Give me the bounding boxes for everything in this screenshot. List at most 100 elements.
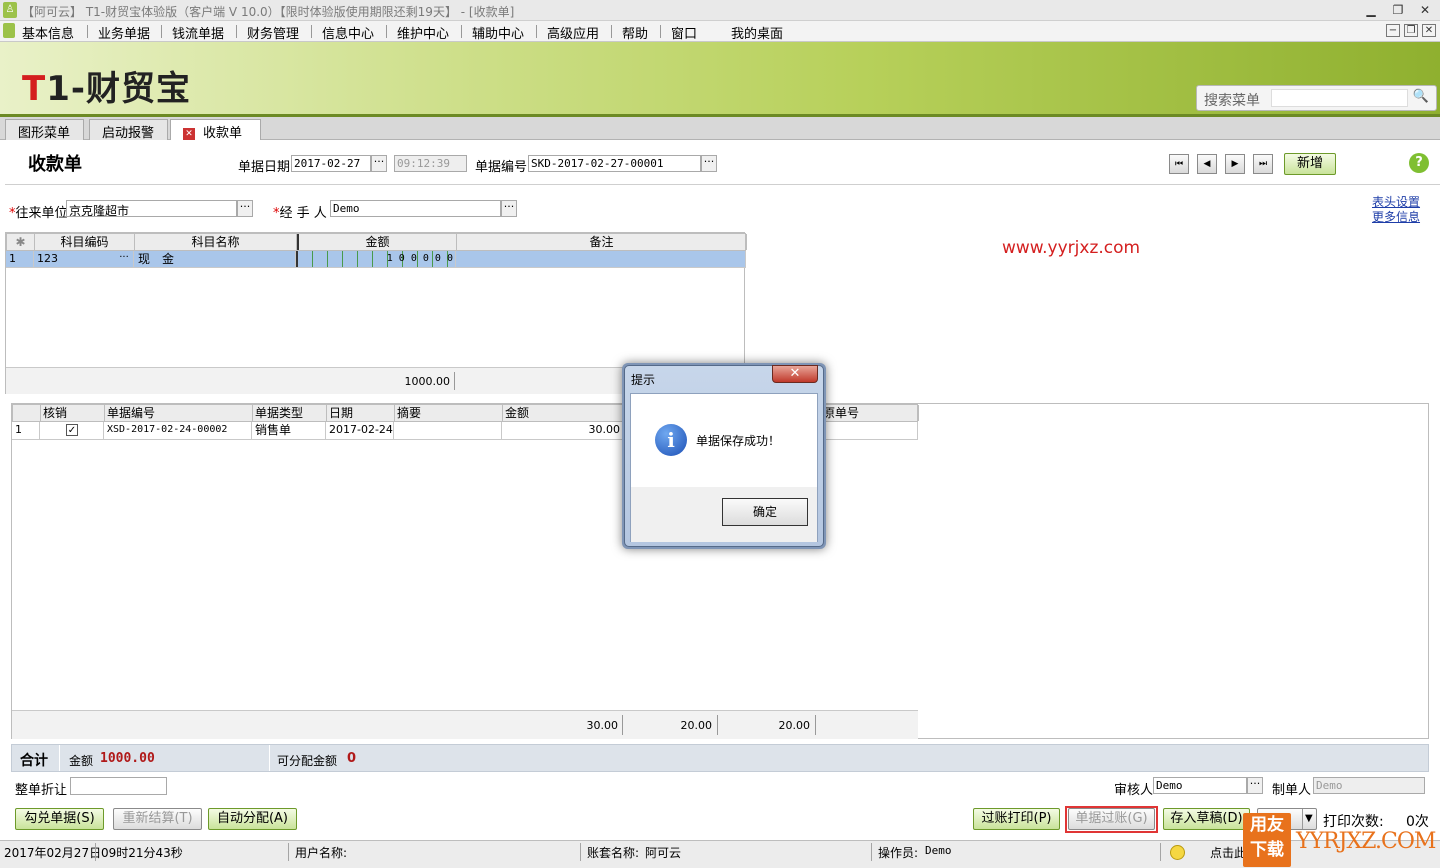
menu-business-docs[interactable]: 业务单据 — [98, 23, 150, 42]
account-set-value: 阿可云 — [645, 846, 682, 860]
dialog-message: 单据保存成功！ — [696, 434, 781, 448]
info-icon: i — [655, 424, 687, 456]
dialog-close-button[interactable]: ✕ — [772, 365, 818, 383]
total-this-time: 20.00 — [778, 719, 811, 732]
menu-search-box: 搜索菜单 🔍 — [1196, 85, 1437, 111]
app-icon: ♙ — [3, 2, 17, 18]
last-record-button[interactable]: ⏭ — [1253, 154, 1273, 174]
amount-cell[interactable]: 1 0 0 0 0 0 — [296, 251, 456, 267]
allocatable-value: 0 — [347, 751, 357, 766]
handler-picker-button[interactable]: ··· — [501, 200, 517, 217]
watermark-badge: 用友 下载 — [1243, 813, 1291, 867]
number-label: 单据编号 — [475, 160, 528, 175]
auditor-picker-button[interactable]: ··· — [1247, 777, 1263, 794]
child-close-button[interactable]: ✕ — [1422, 24, 1436, 37]
maker-label: 制单人 — [1272, 783, 1312, 798]
total-label: 合计 — [20, 753, 48, 769]
grid-header-cell: 核销 — [41, 405, 105, 421]
search-icon[interactable]: 🔍 — [1411, 89, 1431, 107]
account-name-cell[interactable]: 现 金 — [134, 251, 296, 267]
logo-t: T — [22, 69, 47, 109]
first-record-button[interactable]: ⏮ — [1169, 154, 1189, 174]
menu-cash-docs[interactable]: 钱流单据 — [172, 23, 224, 42]
banner: T1-财贸宝 搜索菜单 🔍 — [0, 42, 1440, 117]
logo-text: 1-财贸宝 — [46, 69, 191, 109]
grid-header-cell: 科目名称 — [135, 234, 297, 250]
dialog-title: 提示 — [631, 373, 656, 387]
more-info-link[interactable]: 更多信息 — [1372, 208, 1420, 225]
user-name-label: 用户名称: — [295, 846, 348, 860]
menu-advanced[interactable]: 高级应用 — [547, 23, 599, 42]
child-restore-button[interactable]: ❐ — [1404, 24, 1418, 37]
discount-field[interactable] — [70, 777, 167, 795]
total-settled: 20.00 — [680, 719, 713, 732]
operator-label: 操作员: — [878, 846, 919, 860]
partner-picker-button[interactable]: ··· — [237, 200, 253, 217]
tab-receipt[interactable]: ✕ 收款单 — [170, 119, 261, 141]
allocatable-label: 可分配金额 — [277, 754, 338, 768]
note-cell[interactable] — [456, 251, 746, 267]
status-time: 09时21分43秒 — [101, 846, 183, 860]
row-index: 1 — [6, 251, 34, 267]
amount-label: 金额 — [69, 754, 94, 768]
grid-header-cell: 科目编码 — [35, 234, 135, 250]
date-label: 单据日期 — [238, 160, 291, 175]
code-picker-button[interactable]: ··· — [116, 252, 132, 266]
status-date: 2017年02月27日 — [4, 846, 102, 860]
tab-startup-alarm[interactable]: 启动报警 — [89, 119, 168, 141]
date-field[interactable]: 2017-02-27 — [291, 155, 371, 172]
save-draft-button[interactable]: 存入草稿(D) — [1163, 808, 1250, 830]
next-record-button[interactable]: ▶ — [1225, 154, 1245, 174]
grid-header-cell: 备注 — [457, 234, 747, 250]
menu-search-input[interactable] — [1271, 89, 1408, 107]
grid-header-cell: 金额 — [297, 234, 457, 250]
tab-label: 图形菜单 — [18, 126, 71, 141]
discount-label: 整单折让 — [15, 783, 68, 798]
handler-field[interactable]: Demo — [330, 200, 501, 217]
dialog-ok-button[interactable]: 确定 — [722, 498, 808, 526]
table-row[interactable]: 1 123 ··· 现 金 1 0 0 0 0 0 — [6, 251, 746, 268]
minimize-button[interactable]: ▁ — [1362, 2, 1380, 18]
menu-help[interactable]: 帮助 — [622, 23, 648, 42]
close-window-button[interactable]: ✕ — [1416, 2, 1434, 18]
number-field[interactable]: SKD-2017-02-27-00001 — [528, 155, 701, 172]
operator-value: Demo — [925, 844, 952, 857]
reconcile-checkbox[interactable]: ✓ — [66, 424, 78, 436]
help-icon[interactable]: ? — [1409, 153, 1429, 173]
auto-allocate-button[interactable]: 自动分配(A) — [208, 808, 297, 830]
brand-watermark: YYRJXZ.COM — [1296, 829, 1436, 854]
doc-amount-cell: 30.00 — [502, 422, 624, 439]
recalculate-button: 重新结算(T) — [113, 808, 202, 830]
tick-documents-button[interactable]: 勾兑单据(S) — [15, 808, 104, 830]
grid-cell — [820, 422, 918, 439]
post-print-button[interactable]: 过账打印(P) — [973, 808, 1060, 830]
menu-maintenance[interactable]: 维护中心 — [397, 23, 449, 42]
restore-button[interactable]: ❐ — [1389, 2, 1407, 18]
menu-aux-center[interactable]: 辅助中心 — [472, 23, 524, 42]
date-picker-button[interactable]: ··· — [371, 155, 387, 172]
handler-label: 经 手 人 — [279, 206, 327, 221]
prev-record-button[interactable]: ◀ — [1197, 154, 1217, 174]
page-title: 收款单 — [28, 154, 82, 175]
menu-my-desktop[interactable]: 我的桌面 — [731, 23, 783, 42]
new-button[interactable]: 新增 — [1284, 153, 1336, 175]
print-count-label: 打印次数: — [1323, 814, 1384, 830]
auditor-field[interactable]: Demo — [1153, 777, 1247, 794]
partner-field[interactable]: 京克隆超市 — [66, 200, 237, 217]
tab-close-icon[interactable]: ✕ — [183, 127, 195, 140]
search-label: 搜索菜单 — [1204, 93, 1260, 109]
menu-finance[interactable]: 财务管理 — [247, 23, 299, 42]
account-set-label: 账套名称: — [587, 846, 640, 860]
menu-window[interactable]: 窗口 — [671, 23, 697, 42]
child-minimize-button[interactable]: − — [1386, 24, 1400, 37]
chevron-down-icon: ▼ — [1305, 813, 1313, 824]
status-hint: 点击此 — [1210, 846, 1247, 860]
menu-basic-info[interactable]: 基本信息 — [22, 23, 74, 42]
grid-total-row: 30.00 20.00 20.00 — [12, 710, 918, 739]
menu-info-center[interactable]: 信息中心 — [322, 23, 374, 42]
number-picker-button[interactable]: ··· — [701, 155, 717, 172]
row-index: 1 — [12, 422, 40, 439]
menu-bar: 基本信息 业务单据 钱流单据 财务管理 信息中心 维护中心 辅助中心 高级应用 … — [0, 21, 1440, 42]
tab-graphic-menu[interactable]: 图形菜单 — [5, 119, 84, 141]
total-amount-value: 1000.00 — [100, 751, 155, 766]
